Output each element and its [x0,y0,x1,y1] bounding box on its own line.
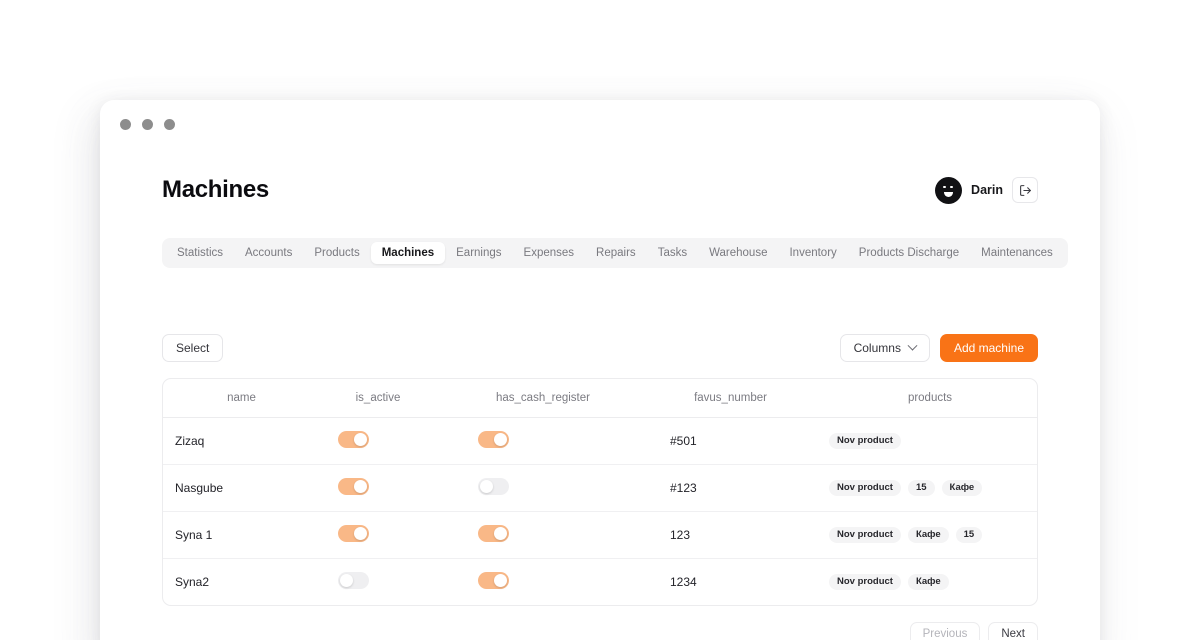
browser-window-card: Machines Darin Statistics Accounts Produ… [100,100,1100,640]
cell-favus-number: #501 [638,417,823,465]
product-badge: Nov product [829,479,901,497]
product-badge: Nov product [829,526,901,544]
has-cash-register-toggle[interactable] [478,431,509,448]
is-active-toggle[interactable] [338,525,369,542]
has-cash-register-toggle[interactable] [478,572,509,589]
cell-favus-number: 1234 [670,575,697,589]
smiley-avatar-icon [935,176,963,204]
cell-name: Zizaq [163,417,308,465]
add-machine-button[interactable]: Add machine [939,334,1038,362]
tab-warehouse[interactable]: Warehouse [698,242,778,264]
tab-machines[interactable]: Machines [370,242,446,264]
cell-name: Syna2 [175,575,210,589]
product-badge: Nov product [829,432,901,450]
tab-maintenances[interactable]: Maintenances [970,242,1064,264]
user-name: Darin [971,183,1003,197]
page-content: Machines Darin Statistics Accounts Produ… [100,164,1100,640]
cell-name: Syna 1 [163,511,308,559]
page-title: Machines [162,176,269,203]
tab-expenses[interactable]: Expenses [513,242,586,264]
window-titlebar [100,100,1100,148]
product-badge: Кафе [907,526,949,544]
cell-name: Nasgube [163,464,308,512]
next-page-button[interactable]: Next [988,622,1038,640]
product-badge: 15 [907,479,935,497]
window-dot-maximize[interactable] [164,118,175,130]
cell-has-cash-register [448,559,638,606]
column-header-name[interactable]: name [163,379,308,418]
product-badge: Кафе [941,479,983,497]
cell-products: Nov product Кафе [823,559,1037,606]
cell-products: Nov product 15 Кафе [823,464,1037,512]
column-header-favus-number[interactable]: favus_number [638,379,823,418]
window-dot-minimize[interactable] [142,118,153,130]
pagination: Previous Next [162,622,1038,640]
tab-accounts[interactable]: Accounts [234,242,303,264]
columns-label: Columns [853,341,901,355]
product-badge: Кафе [907,573,949,591]
table-toolbar: Select Columns Add machine [162,334,1038,362]
cell-is-active [308,417,448,465]
tabs-bar: Statistics Accounts Products Machines Ea… [162,238,1068,268]
product-badge: Nov product [829,573,901,591]
table-header-row: name is_active has_cash_register favus_n… [163,379,1037,418]
table-row[interactable]: Syna2 1234 Nov product Кафе [163,559,1037,606]
page-header: Machines Darin [162,164,1038,216]
table-row[interactable]: Zizaq #501 Nov product [163,417,1037,465]
cell-favus-number: 123 [638,511,823,559]
tab-statistics[interactable]: Statistics [166,242,234,264]
cell-products: Nov product Кафе 15 [823,511,1037,559]
user-area: Darin [935,176,1038,204]
column-header-has-cash-register[interactable]: has_cash_register [448,379,638,418]
previous-page-button[interactable]: Previous [909,622,981,640]
table-body: Zizaq #501 Nov product Nasgube #123 Nov … [163,417,1037,606]
column-header-products[interactable]: products [823,379,1037,418]
table-row[interactable]: Nasgube #123 Nov product 15 Кафе [163,464,1037,512]
machines-table: name is_active has_cash_register favus_n… [162,378,1038,606]
is-active-toggle[interactable] [338,478,369,495]
product-badge: 15 [955,526,983,544]
tab-products-discharge[interactable]: Products Discharge [848,242,970,264]
is-active-toggle[interactable] [338,431,369,448]
cell-favus-number: #123 [638,464,823,512]
cell-is-active [308,559,448,606]
window-dot-close[interactable] [120,118,131,130]
table-row[interactable]: Syna 1 123 Nov product Кафе 15 [163,511,1037,559]
cell-has-cash-register [448,511,638,559]
tab-tasks[interactable]: Tasks [647,242,698,264]
has-cash-register-toggle[interactable] [478,525,509,542]
tab-repairs[interactable]: Repairs [585,242,647,264]
cell-is-active [308,511,448,559]
has-cash-register-toggle[interactable] [478,478,509,495]
cell-has-cash-register [448,417,638,465]
logout-button[interactable] [1012,177,1038,203]
tab-inventory[interactable]: Inventory [778,242,847,264]
tab-earnings[interactable]: Earnings [445,242,512,264]
cell-is-active [308,464,448,512]
cell-products: Nov product [823,417,1037,465]
column-header-is-active[interactable]: is_active [308,379,448,418]
select-button[interactable]: Select [162,334,224,362]
columns-dropdown-button[interactable]: Columns [839,334,930,362]
toolbar-right-group: Columns Add machine [839,334,1038,362]
logout-icon [1019,184,1031,196]
tab-products[interactable]: Products [303,242,370,264]
is-active-toggle[interactable] [338,572,369,589]
cell-has-cash-register [448,464,638,512]
chevron-down-icon [907,340,918,351]
